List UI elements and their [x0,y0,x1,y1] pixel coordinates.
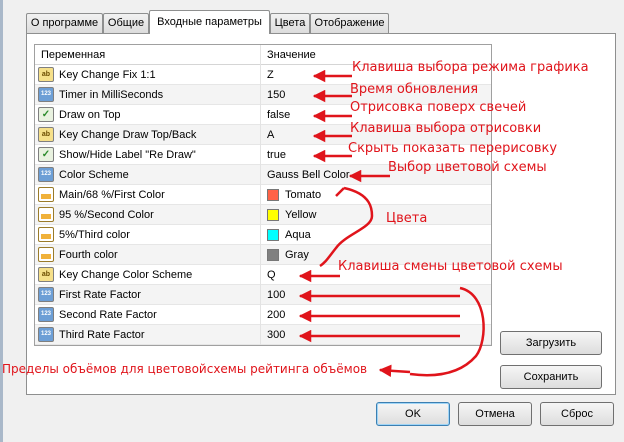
annotation-draw-key: Клавиша выбора отрисовки [350,121,542,136]
annotation-color-scheme: Выбор цветовой схемы [388,160,547,175]
annotation-show-label: Скрыть показать перерисовку [348,141,558,156]
brace-colors [319,186,374,268]
arrow-rate-limits [378,364,411,377]
annotation-draw-top: Отрисовка поверх свечей [350,100,527,115]
brace-colors-top [335,187,345,197]
annotation-timer: Время обновления [350,82,479,97]
annotation-scheme-key: Клавиша смены цветовой схемы [338,259,563,274]
annotation-fix-key: Клавиша выбора режима графика [352,60,589,75]
annotation-rate-limits: Пределы объёмов для цветовойсхемы рейтин… [2,362,368,376]
annotation-colors: Цвета [386,211,428,226]
brace-rate [409,286,485,377]
